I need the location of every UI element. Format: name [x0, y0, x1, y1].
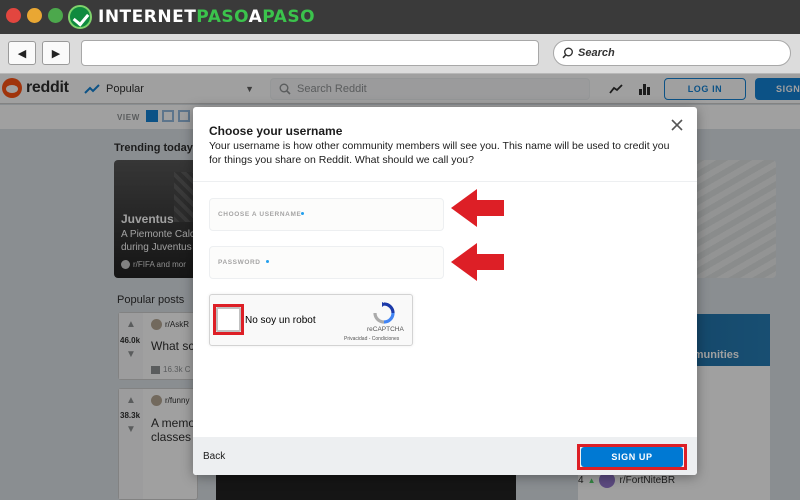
password-label: PASSWORD — [218, 259, 261, 266]
red-arrow-icon — [451, 243, 504, 281]
browser-forward-button[interactable]: ▶ — [42, 41, 70, 65]
recaptcha-terms[interactable]: Privacidad - Condiciones — [344, 336, 399, 342]
modal-divider — [193, 181, 697, 182]
required-dot — [301, 212, 304, 215]
modal-description: Your username is how other community mem… — [209, 140, 670, 166]
username-input[interactable]: CHOOSE A USERNAME — [209, 198, 444, 231]
internetpasoapaso-logo: INTERNETPASOAPASO — [68, 4, 315, 30]
signup-button[interactable]: SIGN UP — [581, 447, 683, 467]
username-label: CHOOSE A USERNAME — [218, 211, 302, 218]
browser-navbar: ◀ ▶ Search — [0, 34, 800, 74]
maximize-window-button[interactable] — [48, 8, 63, 23]
address-bar[interactable] — [81, 40, 539, 66]
red-arrow-icon — [451, 189, 504, 227]
recaptcha-logo-icon — [373, 302, 395, 324]
browser-titlebar: INTERNETPASOAPASO — [0, 0, 800, 34]
search-icon — [562, 47, 573, 59]
password-input[interactable]: PASSWORD — [209, 246, 444, 279]
search-placeholder: Search — [578, 47, 615, 59]
checkmark-logo-icon — [68, 5, 92, 29]
browser-back-button[interactable]: ◀ — [8, 41, 36, 65]
captcha-label: No soy un robot — [245, 315, 316, 326]
choose-username-modal: Choose your username Your username is ho… — [193, 107, 697, 475]
back-button[interactable]: Back — [203, 451, 225, 462]
browser-search-field[interactable]: Search — [553, 40, 791, 66]
close-icon[interactable] — [669, 117, 685, 133]
minimize-window-button[interactable] — [27, 8, 42, 23]
modal-footer: Back SIGN UP — [193, 437, 697, 475]
recaptcha-brand: reCAPTCHA — [367, 326, 404, 333]
captcha-checkbox[interactable] — [216, 307, 241, 332]
modal-title: Choose your username — [209, 124, 343, 138]
recaptcha-widget: No soy un robot reCAPTCHA Privacidad - C… — [209, 294, 413, 346]
required-dot — [266, 260, 269, 263]
close-window-button[interactable] — [6, 8, 21, 23]
brand-text: INTERNETPASOAPASO — [98, 7, 316, 27]
